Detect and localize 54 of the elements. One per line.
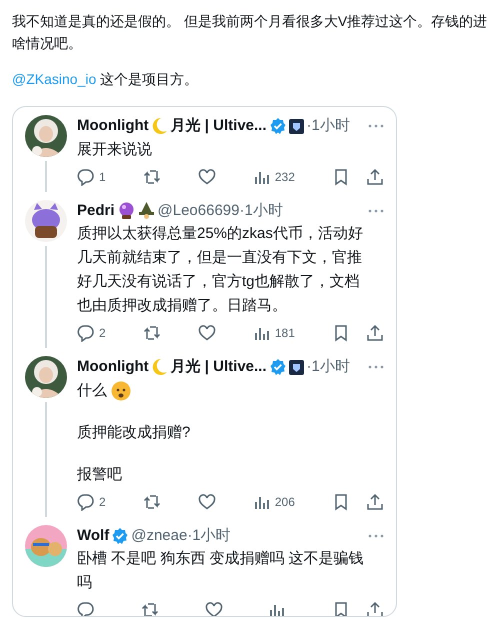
user-name[interactable]: 月光 | Ultive... (170, 115, 267, 138)
count-label: 206 (274, 494, 295, 510)
more-icon[interactable] (368, 534, 384, 538)
heart-icon[interactable] (204, 601, 222, 616)
reply-text: 报警吧 (77, 464, 123, 484)
reply-text: 质押以太获得总量25%的zkas代币，活动好几天前就结束了，但是一直没有下文，官推好几天没有说话了，官方tg也解散了，文档也由质押改成捐赠了。日踏马。 (77, 224, 364, 316)
count-label: 181 (274, 325, 295, 342)
more-icon[interactable] (368, 208, 384, 213)
more-icon[interactable] (368, 124, 384, 128)
reply-text: 卧槽 不是吧 狗东西 变成捐赠吗 这不是骗钱吗 (77, 549, 365, 593)
repost-icon[interactable] (142, 168, 161, 186)
heart-icon[interactable] (198, 492, 216, 510)
repost-icon[interactable] (140, 601, 159, 616)
app-logo-icon (288, 118, 304, 134)
user-name[interactable]: Pedri (77, 200, 115, 222)
share-icon[interactable] (366, 324, 384, 342)
post-text: 我不知道是真的还是假的。 但是我前两个月看很多大V推荐过这个。存钱的进 (12, 12, 488, 31)
post-text: 啥情况吧。 (12, 34, 83, 53)
moon-icon (152, 117, 168, 136)
verified-badge-icon (112, 528, 128, 544)
handle-time: @Leo66699·1小时 (158, 200, 283, 220)
count-label: 2 (99, 494, 106, 510)
share-icon[interactable] (366, 601, 384, 616)
share-icon[interactable] (366, 492, 384, 510)
user-name[interactable]: 月光 | Ultive... (170, 356, 267, 378)
count-label: 232 (274, 168, 295, 186)
share-icon[interactable] (366, 168, 384, 186)
count-label: 1 (99, 168, 106, 186)
reply-text: 什么 (77, 380, 107, 400)
reply-text: 展开来说说 (77, 140, 153, 160)
reply-icon[interactable] (77, 324, 95, 342)
crystal-ball-icon (118, 202, 135, 220)
reply-icon[interactable] (77, 492, 95, 510)
moon-icon (152, 358, 168, 376)
wizard-icon (138, 202, 155, 220)
more-icon[interactable] (368, 365, 384, 370)
heart-icon[interactable] (198, 324, 216, 342)
repost-icon[interactable] (142, 324, 161, 342)
user-name[interactable]: Moonlight (77, 356, 149, 378)
user-name[interactable]: Moonlight (77, 115, 149, 138)
app-logo-icon (288, 360, 304, 375)
post-text: 这个是项目方。 (100, 71, 198, 87)
reply-icon[interactable] (77, 168, 95, 186)
handle-time: ·1小时 (306, 357, 350, 377)
handle-time: @zneae·1小时 (131, 526, 231, 546)
handle-time: ·1小时 (306, 116, 350, 136)
verified-badge-icon (270, 118, 286, 134)
verified-badge-icon (270, 359, 286, 376)
reply-icon[interactable] (77, 601, 95, 616)
count-label: 2 (99, 325, 106, 342)
repost-icon[interactable] (142, 492, 161, 510)
reply-text: 质押能改成捐赠? (77, 422, 192, 442)
user-name[interactable]: Wolf (77, 524, 110, 547)
heart-icon[interactable] (198, 168, 216, 186)
